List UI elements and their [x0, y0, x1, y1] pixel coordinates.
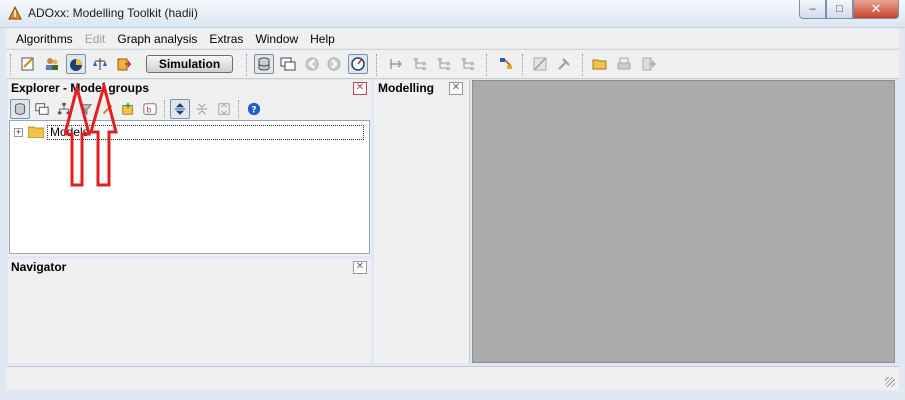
- explorer-close-icon[interactable]: ✕: [353, 82, 367, 95]
- menu-extras[interactable]: Extras: [203, 32, 249, 46]
- tree-delete-icon[interactable]: [458, 54, 478, 74]
- toolbar-separator: [582, 54, 584, 76]
- explorer-panel: Explorer - Model groups ✕ b ? + Models: [8, 80, 371, 256]
- app-logo-icon: [8, 6, 22, 20]
- users-icon[interactable]: [42, 54, 62, 74]
- windows-icon[interactable]: [278, 54, 298, 74]
- title-bar: ADOxx: Modelling Toolkit (hadii) – □ ✕: [0, 0, 905, 28]
- annotation-arrows: [64, 82, 118, 187]
- toolbar-separator: [164, 100, 166, 118]
- explorer-header: Explorer - Model groups ✕: [8, 80, 371, 97]
- resize-grip-icon[interactable]: [885, 377, 895, 387]
- tree-icon[interactable]: [410, 54, 430, 74]
- export-icon[interactable]: [114, 54, 134, 74]
- menu-help[interactable]: Help: [304, 32, 341, 46]
- navigate-icon[interactable]: [348, 54, 368, 74]
- toolbar-separator: [238, 100, 240, 118]
- navigator-header: Navigator ✕: [8, 259, 371, 276]
- annotation-arrow-left: [64, 82, 91, 187]
- properties-icon[interactable]: b: [140, 99, 160, 119]
- modelling-panel: Modelling ✕: [374, 80, 470, 363]
- close-button[interactable]: ✕: [853, 0, 899, 19]
- model-analysis-icon[interactable]: [66, 54, 86, 74]
- window-title: ADOxx: Modelling Toolkit (hadii): [28, 6, 198, 20]
- tree-copy-icon[interactable]: [434, 54, 454, 74]
- maximize-button[interactable]: □: [826, 0, 853, 19]
- explorer-toolbar: b ?: [8, 98, 371, 120]
- help-icon[interactable]: ?: [244, 99, 264, 119]
- erase-icon[interactable]: [530, 54, 550, 74]
- main-toolbar: Simulation: [6, 49, 899, 79]
- modelling-header: Modelling ✕: [374, 80, 469, 97]
- svg-text:b: b: [147, 106, 152, 115]
- expand-all-icon[interactable]: [170, 99, 190, 119]
- menu-window[interactable]: Window: [249, 32, 304, 46]
- forward-icon[interactable]: [324, 54, 344, 74]
- simulation-button[interactable]: Simulation: [146, 55, 233, 73]
- back-icon[interactable]: [302, 54, 322, 74]
- annotation-arrow-right: [89, 82, 118, 187]
- toolbar-separator: [246, 54, 248, 76]
- exit-icon[interactable]: [638, 54, 658, 74]
- menu-edit[interactable]: Edit: [79, 32, 112, 46]
- menu-graph-analysis[interactable]: Graph analysis: [111, 32, 203, 46]
- collapse-all-icon[interactable]: [192, 99, 212, 119]
- navigator-close-icon[interactable]: ✕: [353, 261, 367, 274]
- menu-bar: Algorithms Edit Graph analysis Extras Wi…: [6, 29, 899, 48]
- toolbar-separator: [376, 54, 378, 76]
- navigator-title: Navigator: [11, 260, 67, 274]
- menu-algorithms[interactable]: Algorithms: [10, 32, 79, 46]
- svg-text:?: ?: [251, 106, 256, 116]
- modelling-title: Modelling: [378, 81, 434, 95]
- model-groups-icon[interactable]: [10, 99, 30, 119]
- graph-color-icon[interactable]: [496, 54, 516, 74]
- open-folder-icon[interactable]: [590, 54, 610, 74]
- toolbar-separator: [486, 54, 488, 76]
- print-icon[interactable]: [614, 54, 634, 74]
- model-db-icon[interactable]: [254, 54, 274, 74]
- folder-icon: [28, 126, 44, 138]
- edit-model-icon[interactable]: [18, 54, 38, 74]
- minimize-button[interactable]: –: [799, 0, 826, 19]
- sort-icon[interactable]: [214, 99, 234, 119]
- comparison-icon[interactable]: [90, 54, 110, 74]
- model-workspace[interactable]: [472, 80, 895, 363]
- navigator-panel: Navigator ✕: [8, 259, 371, 363]
- expand-icon[interactable]: +: [14, 127, 23, 137]
- toolbar-separator: [10, 54, 12, 76]
- toolbar-separator: [522, 54, 524, 76]
- status-bar: [6, 366, 899, 390]
- tools-icon[interactable]: [554, 54, 574, 74]
- modelling-close-icon[interactable]: ✕: [449, 82, 463, 95]
- windows-icon[interactable]: [32, 99, 52, 119]
- flow-icon[interactable]: [386, 54, 406, 74]
